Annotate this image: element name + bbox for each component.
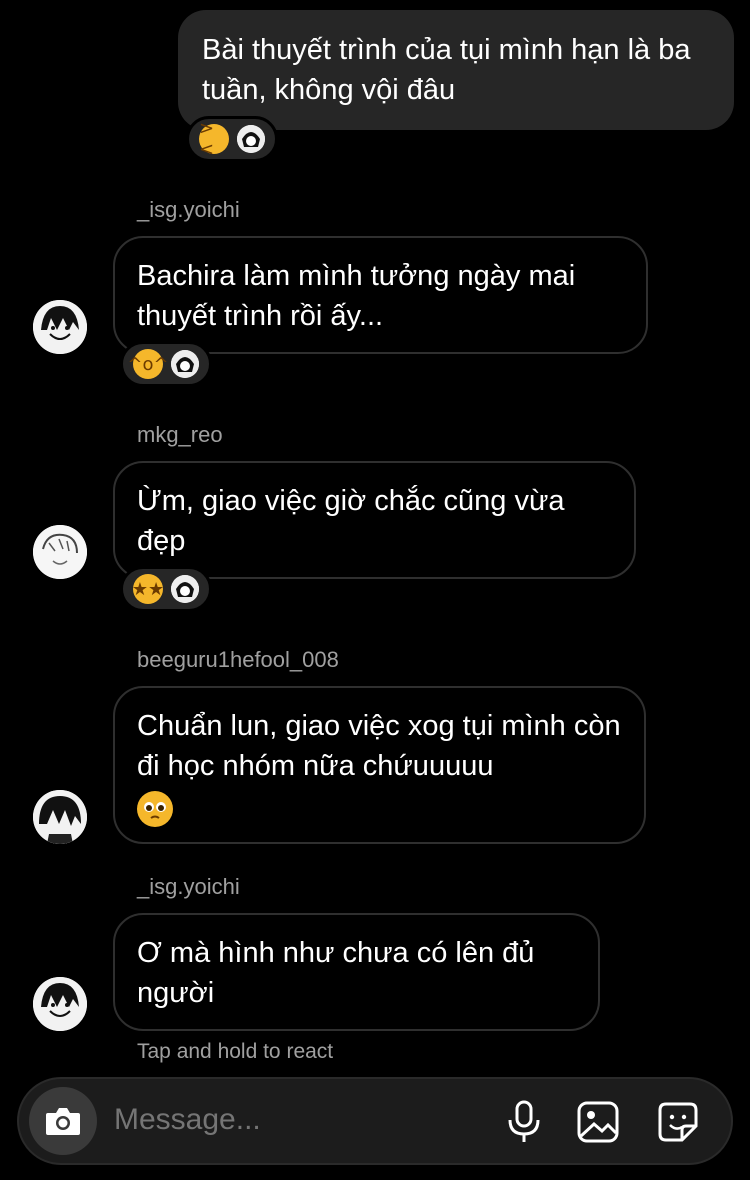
incoming-message-bubble[interactable]: Ừm, giao việc giờ chắc cũng vừa đẹp	[113, 461, 636, 579]
message-text: Ừm, giao việc giờ chắc cũng vừa đẹp	[137, 485, 565, 557]
message-input[interactable]	[114, 1103, 474, 1137]
message-composer	[17, 1077, 733, 1165]
pleading-face-icon	[137, 791, 173, 828]
avatar[interactable]	[33, 977, 87, 1031]
message-text: Chuẩn lun, giao việc xog tụi mình còn đi…	[137, 710, 621, 782]
sender-name: mkg_reo	[137, 422, 223, 447]
star-struck-face-icon: ★★	[132, 574, 164, 604]
sticker-icon[interactable]	[655, 1099, 701, 1145]
message-text: Ơ mà hình như chưa có lên đủ người	[137, 937, 535, 1009]
sender-name: _isg.yoichi	[137, 197, 240, 222]
incoming-message-bubble[interactable]: Bachira làm mình tưởng ngày mai thuyết t…	[113, 236, 648, 354]
microphone-icon[interactable]	[501, 1099, 547, 1145]
react-hint: Tap and hold to react	[137, 1040, 334, 1063]
camera-icon	[46, 1108, 80, 1135]
reactor-avatar	[171, 575, 199, 603]
reactor-avatar	[237, 125, 265, 153]
avatar[interactable]	[33, 525, 87, 579]
avatar[interactable]	[33, 300, 87, 354]
incoming-message-bubble[interactable]: Chuẩn lun, giao việc xog tụi mình còn đi…	[113, 686, 646, 844]
gallery-icon[interactable]	[575, 1099, 621, 1145]
avatar[interactable]	[33, 790, 87, 844]
reaction-pill[interactable]: ★★	[120, 566, 212, 612]
incoming-message-bubble[interactable]: Ơ mà hình như chưa có lên đủ người	[113, 913, 600, 1031]
tears-of-joy-face-icon: ^o^	[127, 349, 169, 379]
sender-name: _isg.yoichi	[137, 874, 240, 899]
reactor-avatar	[171, 350, 199, 378]
message-text: Bachira làm mình tưởng ngày mai thuyết t…	[137, 260, 576, 332]
sender-name: beeguru1hefool_008	[137, 647, 339, 672]
weary-face-icon: ><	[199, 118, 229, 160]
message-text: Bài thuyết trình của tụi mình hạn là ba …	[202, 34, 691, 106]
outgoing-message-bubble[interactable]: Bài thuyết trình của tụi mình hạn là ba …	[178, 10, 734, 130]
reaction-pill[interactable]: ><	[186, 116, 278, 162]
reaction-pill[interactable]: ^o^	[120, 341, 212, 387]
camera-button[interactable]	[29, 1087, 97, 1155]
